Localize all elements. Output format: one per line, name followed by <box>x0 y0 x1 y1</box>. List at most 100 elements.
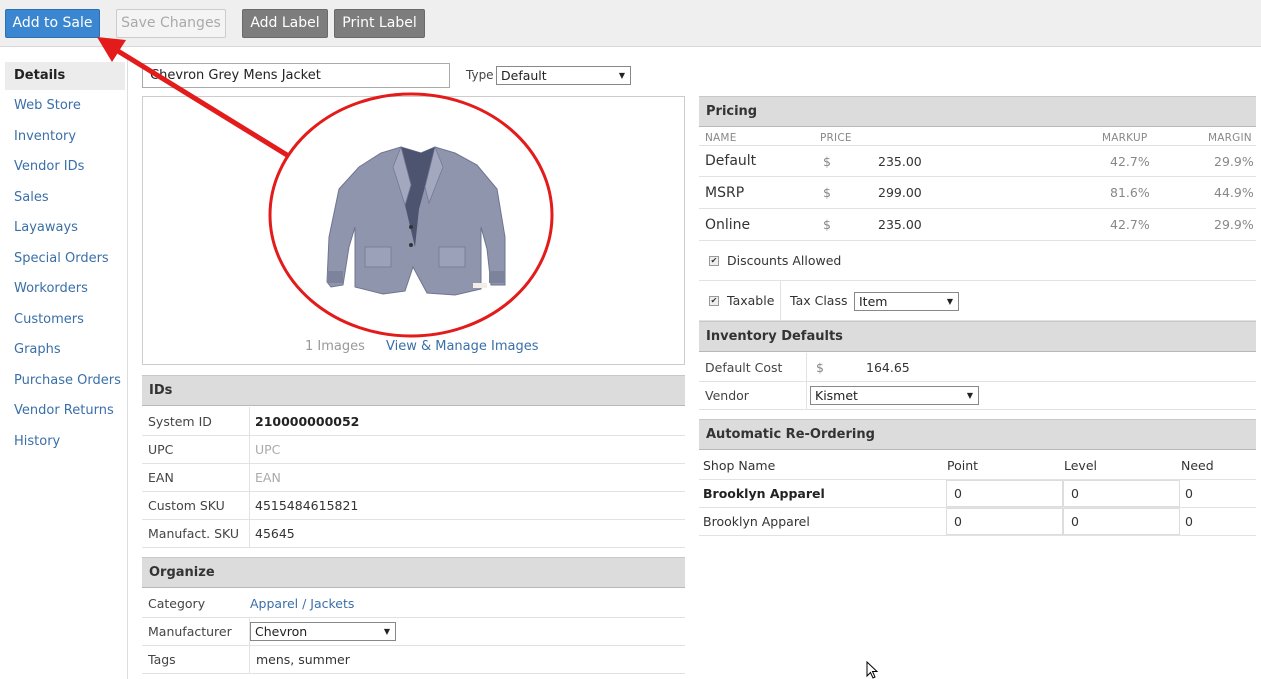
markup-value: 42.7% <box>1110 153 1150 169</box>
reorder-col-need: Need <box>1181 457 1214 473</box>
margin-value: 44.9% <box>1214 185 1254 200</box>
table-row: Default Cost $ 164.65 <box>699 353 1256 382</box>
table-row: UPC UPC <box>142 436 685 464</box>
reorder-shop-name: Brooklyn Apparel <box>703 486 825 501</box>
sidebar-item-sales[interactable]: Sales <box>5 184 125 212</box>
sidebar-item-graphs[interactable]: Graphs <box>5 336 125 364</box>
reorder-shop-name: Brooklyn Apparel <box>703 514 810 529</box>
sidebar-item-layaways[interactable]: Layaways <box>5 214 125 242</box>
manage-images-link[interactable]: View & Manage Images <box>386 339 539 354</box>
reorder-level-input[interactable]: 0 <box>1063 508 1180 535</box>
reorder-col-level: Level <box>1064 457 1097 473</box>
discounts-checkbox[interactable]: ✔ <box>709 255 719 266</box>
top-toolbar: Add to Sale Save Changes Add Label Print… <box>0 0 1261 47</box>
taxable-field: ✔ Taxable <box>709 281 774 320</box>
tags-input[interactable]: mens, summer <box>256 646 350 673</box>
table-row: Manufact. SKU 45645 <box>142 520 685 548</box>
print-label-button[interactable]: Print Label <box>334 9 425 38</box>
manufacturer-select[interactable]: Chevron ▼ <box>250 622 396 641</box>
sidebar-item-workorders[interactable]: Workorders <box>5 275 125 303</box>
mouse-cursor-icon <box>866 661 879 679</box>
chevron-down-icon: ▼ <box>966 391 973 400</box>
item-name-input[interactable]: Chevron Grey Mens Jacket <box>142 63 450 88</box>
tax-class-select[interactable]: Item ▼ <box>854 292 959 311</box>
margin-value: 29.9% <box>1214 217 1254 232</box>
discounts-field: ✔ Discounts Allowed <box>709 241 841 280</box>
markup-value: 81.6% <box>1110 185 1150 200</box>
reorder-level-input[interactable]: 0 <box>1063 480 1180 507</box>
sidebar-item-inventory[interactable]: Inventory <box>5 123 125 151</box>
type-select-value: Default <box>501 68 547 83</box>
table-row: Default $ 235.00 42.7% 29.9% <box>699 145 1256 177</box>
price-name: Online <box>705 216 751 233</box>
pricing-col-margin: MARGIN <box>1208 132 1252 144</box>
sidebar-item-history[interactable]: History <box>5 428 125 456</box>
organize-panel-title: Organize <box>142 557 685 588</box>
chevron-down-icon: ▼ <box>383 627 390 636</box>
default-cost-input[interactable]: 164.65 <box>866 353 910 381</box>
add-label-button[interactable]: Add Label <box>242 9 328 38</box>
pricing-col-price: PRICE <box>820 132 852 144</box>
price-input[interactable]: 235.00 <box>878 209 922 240</box>
currency-symbol: $ <box>823 153 831 169</box>
jacket-image[interactable] <box>143 97 686 366</box>
table-row: System ID 210000000052 <box>142 407 685 436</box>
vendor-label: Vendor <box>705 388 749 403</box>
sidebar-item-vendor-returns[interactable]: Vendor Returns <box>5 397 125 425</box>
system-id-label: System ID <box>148 413 212 429</box>
currency-symbol: $ <box>816 359 824 375</box>
category-label: Category <box>148 595 206 611</box>
sidebar-item-vendor-ids[interactable]: Vendor IDs <box>5 153 125 181</box>
type-select[interactable]: Default ▼ <box>496 66 631 85</box>
custom-sku-input[interactable]: 4515484615821 <box>255 492 358 519</box>
currency-symbol: $ <box>823 185 831 200</box>
ids-panel-title: IDs <box>142 375 685 406</box>
category-link[interactable]: Apparel / Jackets <box>250 589 354 617</box>
price-name: MSRP <box>705 184 745 201</box>
manufact-sku-label: Manufact. SKU <box>148 526 240 541</box>
taxable-checkbox[interactable]: ✔ <box>709 295 719 306</box>
table-row: Tags mens, summer <box>142 646 685 674</box>
tax-class-label: Tax Class <box>790 293 848 308</box>
system-id-value: 210000000052 <box>255 413 360 429</box>
reorder-col-point: Point <box>947 457 979 473</box>
pricing-panel-title: Pricing <box>699 96 1256 127</box>
manufacturer-label: Manufacturer <box>148 624 232 639</box>
sidebar-item-special-orders[interactable]: Special Orders <box>5 245 125 273</box>
discounts-row: ✔ Discounts Allowed <box>699 241 1256 281</box>
ean-input[interactable]: EAN <box>255 464 281 491</box>
reorder-point-input[interactable]: 0 <box>946 508 1063 535</box>
table-row: Online $ 235.00 42.7% 29.9% <box>699 209 1256 241</box>
vendor-select-value: Kismet <box>815 388 858 403</box>
sidebar-item-web-store[interactable]: Web Store <box>5 92 125 120</box>
manufacturer-select-value: Chevron <box>255 624 308 639</box>
upc-label: UPC <box>148 442 174 457</box>
sidebar-item-purchase-orders[interactable]: Purchase Orders <box>5 367 125 395</box>
table-row: EAN EAN <box>142 464 685 492</box>
upc-input[interactable]: UPC <box>255 436 280 463</box>
image-panel <box>142 96 685 365</box>
pricing-col-name: NAME <box>705 132 737 144</box>
price-input[interactable]: 299.00 <box>878 177 922 208</box>
vendor-select[interactable]: Kismet ▼ <box>810 386 979 405</box>
sidebar-item-customers[interactable]: Customers <box>5 306 125 334</box>
ean-label: EAN <box>148 470 174 485</box>
price-input[interactable]: 235.00 <box>878 146 922 176</box>
markup-value: 42.7% <box>1110 217 1150 232</box>
image-count: 1 Images <box>305 339 365 354</box>
table-row: Category Apparel / Jackets <box>142 589 685 618</box>
add-to-sale-button[interactable]: Add to Sale <box>5 9 100 38</box>
reorder-point-input[interactable]: 0 <box>946 480 1063 507</box>
reorder-need-value: 0 <box>1185 514 1193 529</box>
table-row: Custom SKU 4515484615821 <box>142 492 685 520</box>
default-cost-label: Default Cost <box>705 359 783 375</box>
sidebar-item-details[interactable]: Details <box>5 62 125 90</box>
manufact-sku-input[interactable]: 45645 <box>255 520 295 547</box>
price-name: Default <box>705 153 757 169</box>
currency-symbol: $ <box>823 217 831 232</box>
table-row: MSRP $ 299.00 81.6% 44.9% <box>699 177 1256 209</box>
save-changes-button[interactable]: Save Changes <box>116 9 226 38</box>
margin-value: 29.9% <box>1214 153 1254 169</box>
table-row: Brooklyn Apparel 0 0 0 <box>699 480 1256 508</box>
reorder-need-value: 0 <box>1185 486 1193 501</box>
